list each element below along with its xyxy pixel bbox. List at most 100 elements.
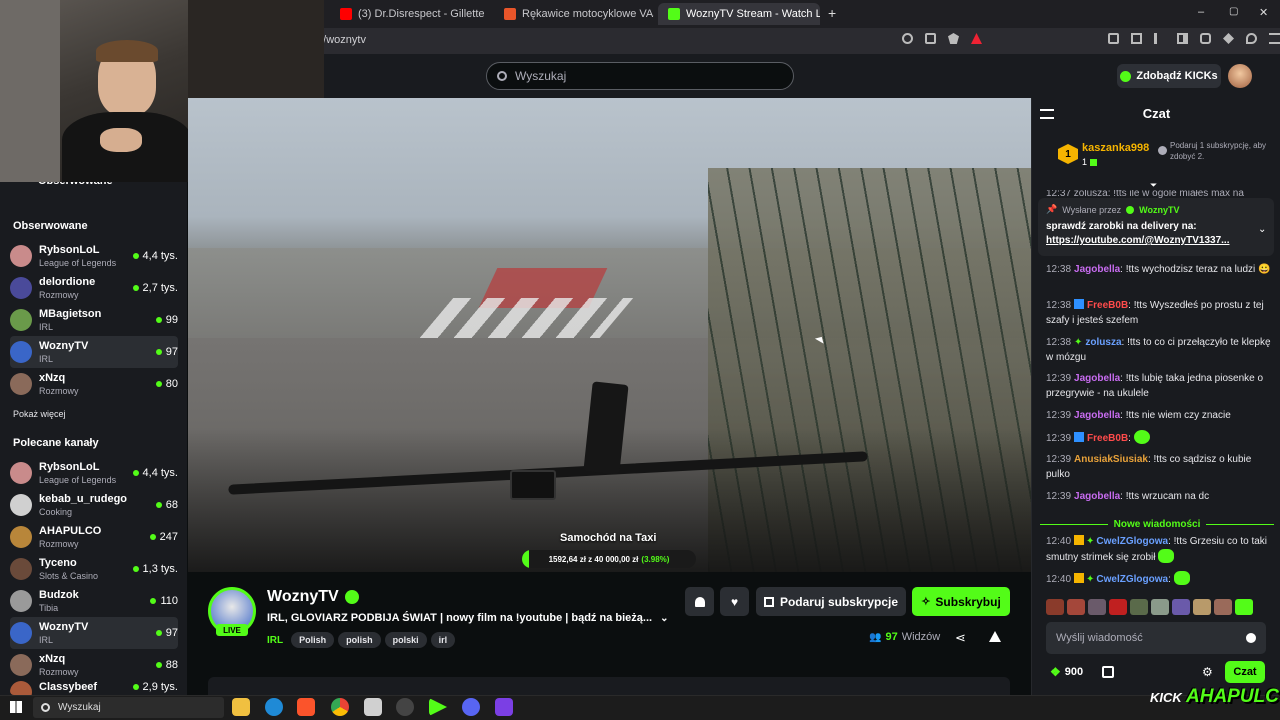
emote-icon[interactable] bbox=[1130, 599, 1148, 615]
browser-tab-youtube[interactable]: (3) Dr.Disrespect - Gillette (Right Ver bbox=[330, 3, 486, 25]
music-icon[interactable] bbox=[1154, 33, 1165, 44]
emote-icon[interactable] bbox=[1088, 599, 1106, 615]
live-dot-icon bbox=[132, 253, 139, 259]
emote-icon[interactable] bbox=[1151, 599, 1169, 615]
recommended-channel-item[interactable]: Classybeef 2,9 tys. bbox=[10, 681, 178, 695]
followed-channel-item[interactable]: delordione Rozmowy 2,7 tys. bbox=[10, 272, 178, 304]
zoom-icon[interactable] bbox=[902, 33, 913, 44]
send-chat-button[interactable]: Czat bbox=[1225, 661, 1265, 683]
tag-pill[interactable]: irl bbox=[430, 632, 456, 648]
share-icon[interactable] bbox=[925, 33, 936, 44]
heart-icon: ♥ bbox=[730, 594, 739, 609]
emote-icon[interactable] bbox=[1046, 599, 1064, 615]
maximize-button[interactable]: ▢ bbox=[1229, 6, 1238, 17]
recommended-channel-item[interactable]: Tyceno Slots & Casino 1,3 tys. bbox=[10, 553, 178, 585]
chat-input[interactable]: Wyślij wiadomość bbox=[1046, 622, 1266, 654]
stream-category-link[interactable]: IRL bbox=[267, 635, 283, 646]
channel-points[interactable]: ❖ 900 bbox=[1050, 665, 1083, 679]
windows-start-icon[interactable] bbox=[10, 701, 22, 713]
pin-icon: 📌 bbox=[1046, 204, 1058, 214]
followed-channel-item[interactable]: RybsonLoL League of Legends 4,4 tys. bbox=[10, 240, 178, 272]
show-more-link[interactable]: Pokaż więcej bbox=[13, 409, 66, 419]
channel-name: Budzok bbox=[39, 589, 79, 601]
close-window-button[interactable]: ✕ bbox=[1259, 6, 1268, 19]
subscribe-button[interactable]: ✧ Subskrybuj bbox=[912, 587, 1010, 616]
emote-icon[interactable] bbox=[1235, 599, 1253, 615]
chat-message: 12:40 ✦ CwelZGlogowa: !tts Grzesiu co to t… bbox=[1046, 535, 1268, 563]
viewer-counter: 👥 97 Widzów bbox=[869, 631, 941, 643]
expand-pinned-icon[interactable]: ⌄ bbox=[1258, 224, 1266, 235]
recommended-channel-item[interactable]: kebab_u_rudego Cooking 68 bbox=[10, 489, 178, 521]
youtube-icon bbox=[340, 8, 352, 20]
app-icon[interactable] bbox=[495, 698, 513, 716]
channel-avatar bbox=[10, 558, 32, 580]
edge-icon[interactable] bbox=[265, 698, 283, 716]
chrome-icon[interactable] bbox=[331, 698, 349, 716]
discord-icon[interactable] bbox=[462, 698, 480, 716]
leaderboard-user[interactable]: kaszanka998 bbox=[1082, 142, 1149, 154]
brave-icon[interactable] bbox=[297, 698, 315, 716]
channel-avatar bbox=[10, 309, 32, 331]
recommended-channel-item[interactable]: AHAPULCO Rozmowy 247 bbox=[10, 521, 178, 553]
obs-icon[interactable] bbox=[396, 698, 414, 716]
gift-hint[interactable]: Podaruj 1 subskrypcję, aby zdobyć 2. bbox=[1158, 140, 1268, 162]
emote-icon[interactable] bbox=[1109, 599, 1127, 615]
recommended-channel-item[interactable]: xNzq Rozmowy 88 bbox=[10, 649, 178, 681]
share-stream-icon[interactable]: ⋖ bbox=[955, 630, 966, 646]
tab-label: Rękawice motocyklowe VAST 2IN1 G bbox=[522, 8, 654, 20]
kicks-label: Zdobądź KICKs bbox=[1136, 70, 1218, 82]
chat-message: 12:39 Jagobella: !tts nie wiem czy znacie bbox=[1046, 410, 1231, 421]
pinned-link[interactable]: https://youtube.com/@WoznyTV1337... bbox=[1046, 235, 1266, 246]
store-icon[interactable] bbox=[1102, 666, 1114, 678]
new-tab-button[interactable]: + bbox=[828, 5, 836, 21]
channel-category: Rozmowy bbox=[39, 667, 79, 677]
browser-tab-kick[interactable]: WoznyTV Stream - Watch Live o ✕ bbox=[658, 3, 820, 25]
tag-pill[interactable]: polish bbox=[338, 632, 381, 648]
streamer-name[interactable]: WoznyTV bbox=[267, 588, 359, 606]
followed-section-title: Obserwowane bbox=[13, 220, 88, 232]
followed-channel-item[interactable]: MBagietson IRL 99 bbox=[10, 304, 178, 336]
wallet-icon[interactable] bbox=[1200, 33, 1211, 44]
leo-ai-icon[interactable] bbox=[1223, 33, 1234, 44]
emote-icon[interactable] bbox=[1193, 599, 1211, 615]
emoji-picker-icon[interactable] bbox=[1246, 633, 1256, 643]
extensions-icon[interactable] bbox=[1108, 33, 1119, 44]
recommended-channel-item-selected[interactable]: WoznyTV IRL 97 bbox=[10, 617, 178, 649]
followed-channel-item[interactable]: xNzq Rozmowy 80 bbox=[10, 368, 178, 400]
app-icon[interactable] bbox=[364, 698, 382, 716]
report-icon[interactable] bbox=[989, 631, 1001, 642]
gift-subscription-button[interactable]: Podaruj subskrypcje bbox=[756, 587, 906, 616]
follow-heart-button[interactable]: ♥ bbox=[720, 587, 749, 616]
tag-pill[interactable]: polski bbox=[384, 632, 427, 648]
notification-bell-button[interactable] bbox=[685, 587, 714, 616]
chat-message: 12:39 Jagobella: !tts wrzucam na dc bbox=[1046, 491, 1210, 502]
video-player[interactable]: Samochód na Taxi 1592,64 zł z 40 000,00 … bbox=[188, 98, 1031, 572]
sidebar-icon[interactable] bbox=[1177, 33, 1188, 44]
get-kicks-button[interactable]: Zdobądź KICKs bbox=[1117, 64, 1221, 88]
emote-icon[interactable] bbox=[1172, 599, 1190, 615]
emote-icon[interactable] bbox=[1067, 599, 1085, 615]
minimize-button[interactable]: – bbox=[1198, 6, 1204, 18]
browser-tab-gloves[interactable]: Rękawice motocyklowe VAST 2IN1 G bbox=[494, 3, 654, 25]
file-explorer-icon[interactable] bbox=[232, 698, 250, 716]
channel-avatar bbox=[10, 654, 32, 676]
followed-channel-item-selected[interactable]: WoznyTV IRL 97 bbox=[10, 336, 178, 368]
screenshot-icon[interactable] bbox=[1131, 33, 1142, 44]
channel-avatar bbox=[10, 373, 32, 395]
search-icon bbox=[497, 71, 507, 81]
chat-settings-icon[interactable]: ⚙ bbox=[1202, 665, 1213, 679]
recommended-channel-item[interactable]: Budzok Tibia 110 bbox=[10, 585, 178, 617]
brave-shield-icon[interactable] bbox=[948, 33, 959, 44]
tag-pill[interactable]: Polish bbox=[291, 632, 335, 648]
taskbar-search[interactable]: Wyszukaj bbox=[33, 697, 224, 718]
chevron-down-icon[interactable]: ⌄ bbox=[660, 613, 668, 624]
menu-icon[interactable] bbox=[1269, 33, 1280, 44]
viewer-count: 110 bbox=[150, 595, 178, 607]
points-icon: ❖ bbox=[1050, 665, 1061, 679]
emote-icon[interactable] bbox=[1214, 599, 1232, 615]
rewards-icon[interactable] bbox=[971, 33, 982, 44]
search-input[interactable]: Wyszukaj bbox=[486, 62, 794, 90]
recommended-channel-item[interactable]: RybsonLoL League of Legends 4,4 tys. bbox=[10, 457, 178, 489]
user-avatar[interactable] bbox=[1228, 64, 1252, 88]
vpn-icon[interactable] bbox=[1246, 33, 1257, 44]
